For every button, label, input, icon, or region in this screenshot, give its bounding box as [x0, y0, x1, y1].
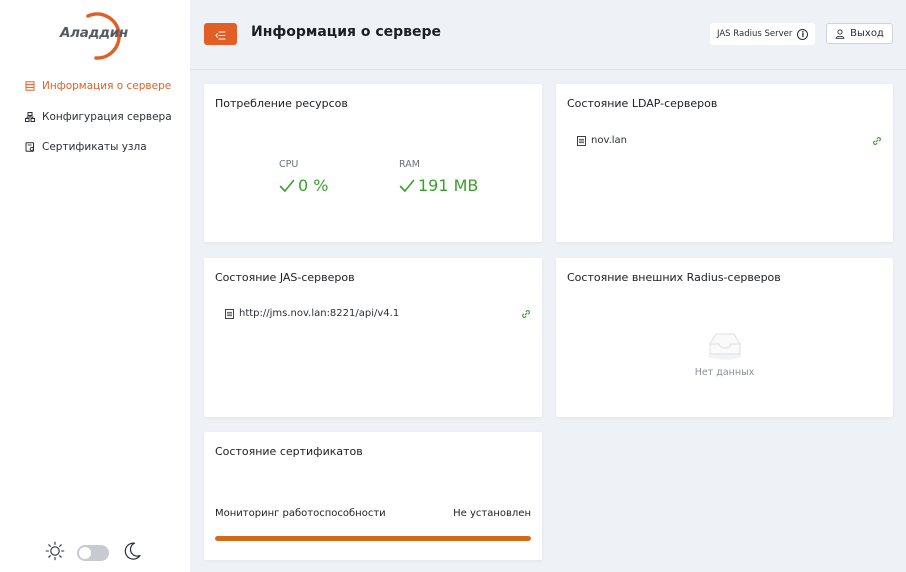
- jas-server-url: http://jms.nov.lan:8221/api/v4.1: [239, 308, 400, 319]
- certificates-card: Состояние сертификатов Мониторинг работо…: [204, 432, 542, 560]
- logo-text: Аладдин: [60, 25, 128, 41]
- moon-icon[interactable]: [122, 541, 142, 565]
- sidebar-item-server-config[interactable]: Конфигурация сервера: [24, 107, 190, 127]
- certificate-icon: [24, 141, 36, 153]
- radius-card: Состояние внешних Radius-серверов Нет да…: [556, 258, 893, 417]
- sidebar-nav: Информация о сервере Конфигурация сервер…: [24, 76, 190, 168]
- sun-icon[interactable]: [45, 541, 65, 565]
- jas-card: Состояние JAS-серверов http://jms.nov.la…: [204, 258, 542, 417]
- aladdin-logo[interactable]: Аладдин: [58, 8, 130, 60]
- info-icon[interactable]: i: [797, 28, 809, 40]
- empty-inbox-icon: [707, 333, 742, 360]
- theme-switcher: [45, 541, 142, 565]
- sidebar-item-server-info[interactable]: Информация о сервере: [24, 76, 190, 96]
- ldap-card: Состояние LDAP-серверов nov.lan: [556, 84, 893, 242]
- cert-progress-fill: [215, 536, 531, 541]
- card-title: Состояние сертификатов: [215, 445, 363, 458]
- server-name: JAS Radius Server: [717, 29, 793, 39]
- ram-metric: RAM 191 MB: [399, 159, 478, 195]
- server-icon: [225, 308, 234, 319]
- cpu-label: CPU: [279, 159, 299, 170]
- ram-label: RAM: [399, 159, 420, 170]
- ram-value: 191 MB: [418, 176, 479, 195]
- user-icon: [835, 28, 845, 39]
- card-title: Состояние JAS-серверов: [215, 271, 355, 284]
- jas-server-row[interactable]: http://jms.nov.lan:8221/api/v4.1: [225, 308, 531, 319]
- sidebar-item-label: Конфигурация сервера: [42, 110, 172, 123]
- page-title: Информация о сервере: [251, 24, 442, 40]
- card-title: Состояние внешних Radius-серверов: [567, 271, 781, 284]
- header: Информация о сервере JAS Radius Server i…: [190, 0, 906, 70]
- menu-toggle-button[interactable]: [204, 23, 237, 45]
- check-icon: [399, 179, 415, 192]
- link-icon: [521, 309, 531, 319]
- sidebar-item-label: Сертификаты узла: [42, 141, 147, 153]
- logout-button[interactable]: Выход: [826, 23, 893, 44]
- check-icon: [279, 179, 295, 192]
- sidebar-item-label: Информация о сервере: [42, 80, 172, 92]
- cert-monitoring-label: Мониторинг работоспособности: [215, 508, 386, 519]
- empty-state: Нет данных: [556, 330, 893, 378]
- resources-card: Потребление ресурсов CPU 0 % RAM 191 MB: [204, 84, 542, 242]
- logout-label: Выход: [850, 28, 884, 39]
- cert-progress-bar: [215, 536, 531, 541]
- server-info-icon: [24, 80, 36, 92]
- cert-monitoring-status: Не установлен: [453, 508, 531, 519]
- link-icon: [872, 136, 882, 146]
- theme-toggle[interactable]: [77, 545, 109, 561]
- server-name-badge[interactable]: JAS Radius Server i: [710, 23, 816, 45]
- ldap-server-name: nov.lan: [591, 135, 628, 146]
- card-title: Потребление ресурсов: [215, 97, 348, 110]
- ldap-server-row[interactable]: nov.lan: [577, 135, 882, 146]
- empty-text: Нет данных: [694, 367, 755, 378]
- cert-monitoring-row: Мониторинг работоспособности Не установл…: [215, 508, 531, 519]
- cpu-metric: CPU 0 %: [279, 159, 328, 195]
- sidebar: Аладдин Информация о сервере Конфигураци…: [0, 0, 190, 572]
- server-icon: [577, 135, 586, 146]
- cpu-value: 0 %: [298, 176, 329, 195]
- menu-collapse-icon: [215, 25, 226, 44]
- sidebar-item-certificates[interactable]: Сертификаты узла: [24, 137, 190, 157]
- network-config-icon: [24, 111, 36, 123]
- card-title: Состояние LDAP-серверов: [567, 97, 718, 110]
